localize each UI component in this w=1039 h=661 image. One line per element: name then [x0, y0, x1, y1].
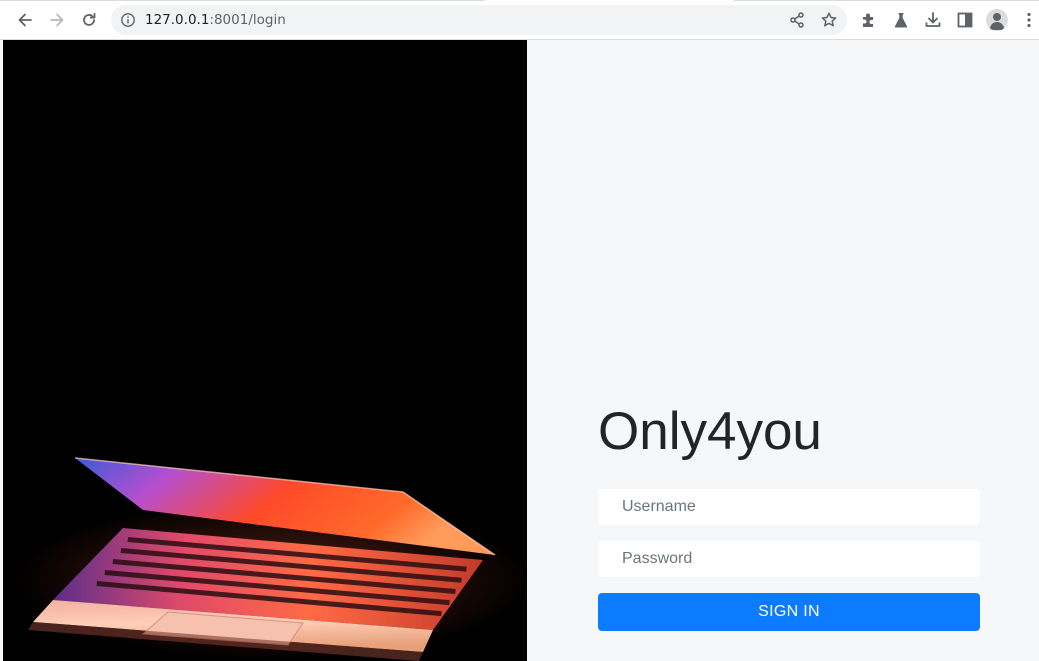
- reload-button[interactable]: [76, 7, 102, 33]
- sign-in-button[interactable]: SIGN IN: [598, 593, 980, 631]
- laptop-illustration: [13, 457, 527, 661]
- avatar-head: [993, 13, 1001, 21]
- username-input[interactable]: [598, 489, 980, 525]
- arrow-right-icon: [50, 13, 64, 27]
- reload-icon: [83, 12, 96, 26]
- browser-toolbar: 127.0.0.1:8001/login: [0, 0, 1039, 40]
- back-button[interactable]: [12, 7, 38, 33]
- download-icon[interactable]: [923, 10, 943, 30]
- address-bar[interactable]: 127.0.0.1:8001/login: [111, 5, 847, 35]
- share-icon[interactable]: [788, 11, 806, 29]
- avatar-body: [990, 22, 1004, 30]
- info-icon[interactable]: [120, 12, 136, 28]
- forward-button[interactable]: [44, 7, 70, 33]
- extensions-icon[interactable]: [859, 10, 879, 30]
- flask-icon[interactable]: [891, 10, 911, 30]
- hero-laptop-image: [3, 40, 527, 661]
- url-text[interactable]: 127.0.0.1:8001/login: [145, 12, 286, 28]
- brand-title: Only4you: [598, 402, 822, 461]
- url-host: 127.0.0.1: [145, 12, 210, 28]
- page-viewport: Only4you SIGN IN: [0, 40, 1039, 661]
- side-panel-icon[interactable]: [955, 10, 975, 30]
- star-icon[interactable]: [820, 11, 838, 29]
- login-panel: Only4you SIGN IN: [527, 40, 1039, 661]
- profile-avatar-icon[interactable]: [986, 9, 1008, 31]
- tab-strip-edge: [734, 0, 1039, 1]
- url-path: :8001/login: [209, 12, 286, 28]
- tab-strip-edge: [0, 0, 485, 1]
- menu-kebab-icon[interactable]: [1019, 10, 1039, 30]
- password-input[interactable]: [598, 541, 980, 577]
- arrow-left-icon: [18, 13, 32, 27]
